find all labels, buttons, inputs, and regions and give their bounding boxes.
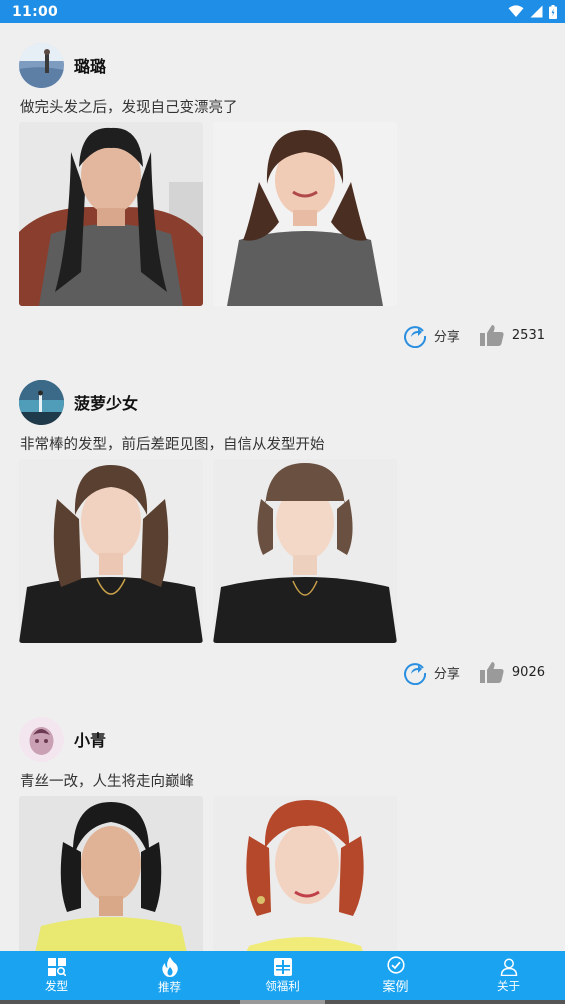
before-photo[interactable] [19,122,203,306]
post-caption: 非常棒的发型，前后差距见图，自信从发型开始 [20,437,325,453]
thumbs-up-icon [479,325,504,346]
home-indicator [0,1000,565,1004]
thumbs-up-icon [479,662,504,683]
home-pill[interactable] [240,1000,325,1004]
post-actions: 分享 2531 [402,320,545,350]
username[interactable]: 菠萝少女 [74,390,138,414]
nav-label: 领福利 [265,978,300,993]
post-caption: 青丝一改，人生将走向巅峰 [20,774,194,790]
nav-label: 关于 [497,978,520,993]
share-icon [404,326,426,348]
status-icons [508,4,557,19]
share-button[interactable]: 分享 [402,322,460,348]
person-icon [500,958,517,976]
like-button[interactable]: 9026 [479,661,545,683]
post-header: 菠萝少女 [19,379,138,425]
photo-row [19,459,397,643]
username[interactable]: 小青 [74,727,106,751]
post-caption: 做完头发之后，发现自己变漂亮了 [20,100,238,116]
status-bar: 11:00 [0,0,565,23]
feed[interactable]: 璐璐 做完头发之后，发现自己变漂亮了 分享 2531 菠萝少女 非常棒的发型，前… [0,23,565,951]
post-header: 小青 [19,716,106,762]
share-label: 分享 [433,329,460,345]
wifi-icon [508,5,524,17]
flame-icon [161,956,178,977]
grid-search-icon [47,957,66,976]
photo-row [19,796,397,951]
nav-label: 推荐 [158,979,181,994]
after-photo[interactable] [213,122,397,306]
check-circle-icon [386,956,405,974]
avatar[interactable] [19,716,64,762]
after-photo[interactable] [213,459,397,643]
nav-item-cases[interactable]: 案例 [339,951,452,1000]
before-photo[interactable] [19,796,203,951]
avatar[interactable] [19,379,64,425]
status-time: 11:00 [12,3,59,20]
share-button[interactable]: 分享 [402,659,460,685]
bottom-nav: 发型 推荐 领福利 案例 关于 [0,951,565,1000]
gift-icon [273,957,292,976]
before-photo[interactable] [19,459,203,643]
battery-icon [549,4,557,19]
after-photo[interactable] [213,796,397,951]
post-actions: 分享 9026 [402,657,545,687]
nav-label: 案例 [382,980,409,995]
nav-item-hairstyle[interactable]: 发型 [0,951,113,1000]
like-count: 9026 [511,664,545,680]
share-label: 分享 [433,666,460,682]
nav-item-welfare[interactable]: 领福利 [226,951,339,1000]
like-button[interactable]: 2531 [479,324,545,346]
photo-row [19,122,397,306]
nav-label: 发型 [45,978,68,993]
username[interactable]: 璐璐 [74,53,106,77]
like-count: 2531 [511,327,545,343]
avatar[interactable] [19,42,64,88]
share-icon [404,663,426,685]
cellular-signal-icon [530,5,543,18]
post-header: 璐璐 [19,42,106,88]
nav-item-recommend[interactable]: 推荐 [113,951,226,1000]
nav-item-about[interactable]: 关于 [452,951,565,1000]
